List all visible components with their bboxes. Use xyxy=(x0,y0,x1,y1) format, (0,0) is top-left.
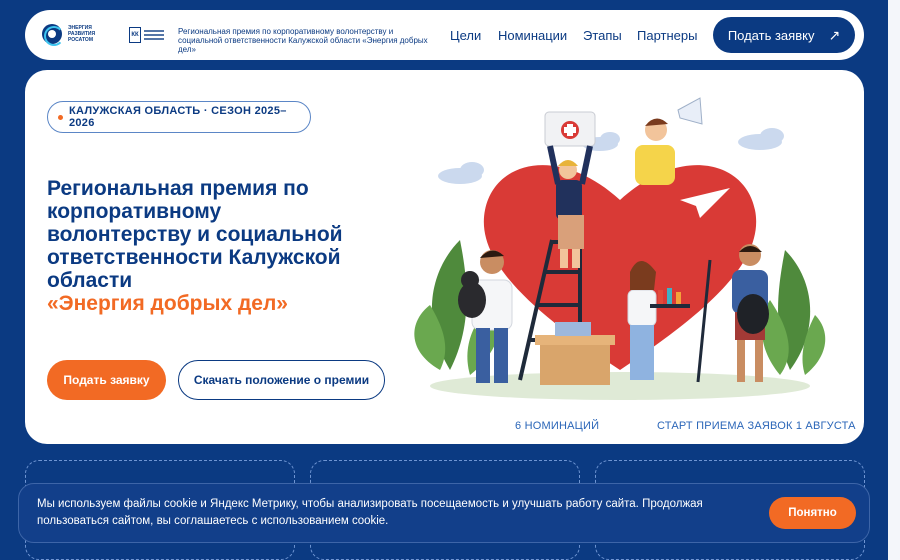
partner-logo-icon: КК xyxy=(129,27,141,43)
nav-link-goals[interactable]: Цели xyxy=(450,28,481,43)
cookie-banner: Мы используем файлы cookie и Яндекс Метр… xyxy=(18,483,870,543)
hero-title: Региональная премия по корпоративному во… xyxy=(47,177,367,315)
donation-box-icon xyxy=(540,340,610,385)
application-start-stat: СТАРТ ПРИЕМА ЗАЯВОК 1 АВГУСТА xyxy=(657,420,856,432)
logo-text: ЭНЕРГИЯ РАЗВИТИЯ РОСАТОМ xyxy=(68,25,96,43)
badge-dot-icon xyxy=(58,114,63,120)
top-navbar: ЭНЕРГИЯ РАЗВИТИЯ РОСАТОМ КК Региональная… xyxy=(25,10,864,60)
apply-button[interactable]: Подать заявку xyxy=(47,360,166,400)
cookie-text: Мы используем файлы cookie и Яндекс Метр… xyxy=(37,498,703,527)
nav-apply-button[interactable]: Подать заявку ↗ xyxy=(713,17,855,53)
hero-title-accent: «Энергия добрых дел» xyxy=(47,292,288,315)
partner-logo-lines xyxy=(144,30,164,40)
season-badge-label: КАЛУЖСКАЯ ОБЛАСТЬ · СЕЗОН 2025–2026 xyxy=(68,105,287,129)
hero-section: КАЛУЖСКАЯ ОБЛАСТЬ · СЕЗОН 2025–2026 Реги… xyxy=(25,70,864,444)
cookie-accept-button[interactable]: Понятно xyxy=(769,497,856,529)
nav-link-partners[interactable]: Партнеры xyxy=(637,28,697,43)
nav-apply-label: Подать заявку xyxy=(727,27,815,43)
nominations-stat: 6 НОМИНАЦИЙ xyxy=(515,420,600,432)
rosatom-logo-icon xyxy=(42,24,64,46)
page-edge xyxy=(888,0,900,560)
nav-description: Региональная премия по корпоративному во… xyxy=(178,27,428,54)
rosatom-logo[interactable]: ЭНЕРГИЯ РАЗВИТИЯ РОСАТОМ xyxy=(42,24,96,46)
arrow-up-right-icon: ↗ xyxy=(828,26,841,43)
volunteers-illustration xyxy=(414,97,826,400)
season-badge: КАЛУЖСКАЯ ОБЛАСТЬ · СЕЗОН 2025–2026 xyxy=(47,101,311,133)
tray-icon xyxy=(650,304,690,308)
nav-link-stages[interactable]: Этапы xyxy=(583,28,622,43)
partner-logo: КК xyxy=(129,26,169,44)
hero-title-main: Региональная премия по корпоративному во… xyxy=(47,177,343,292)
megaphone-icon xyxy=(677,97,703,125)
nav-link-nominations[interactable]: Номинации xyxy=(498,28,567,43)
recycle-bag-icon xyxy=(737,294,769,334)
download-regulations-button[interactable]: Скачать положение о премии xyxy=(178,360,385,400)
